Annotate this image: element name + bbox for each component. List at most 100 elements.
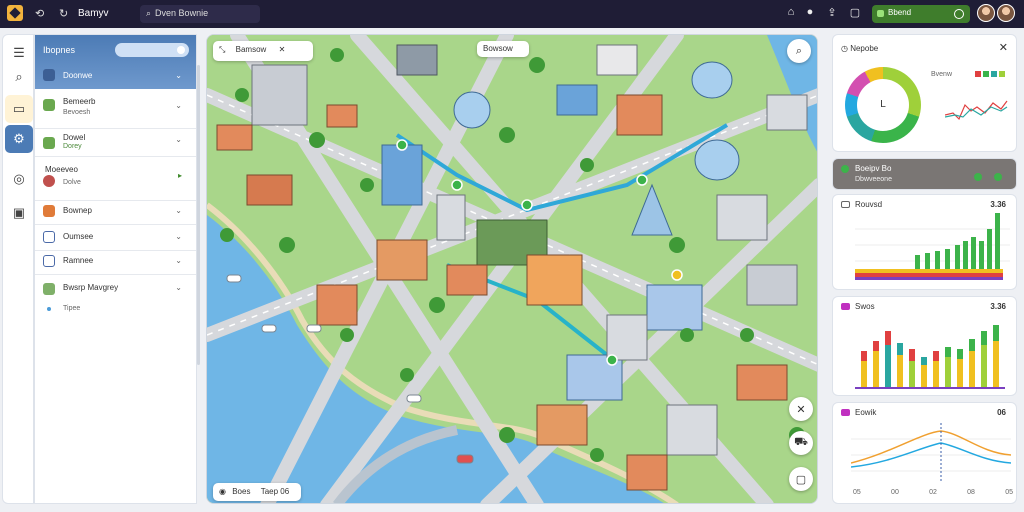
map-canvas (207, 35, 817, 503)
layers-tool-icon[interactable]: ✕ (789, 397, 813, 421)
chart-icon (841, 303, 850, 310)
settings-icon[interactable]: ⚙ (5, 125, 33, 153)
list-item-label: Oumsee (63, 232, 94, 241)
refresh-icon[interactable]: ↻ (59, 7, 68, 20)
list-icon (43, 255, 55, 267)
card-title: Eowik (855, 408, 877, 417)
app-title: Bamyv (78, 8, 109, 19)
map-label-chip[interactable]: Bowsow (477, 41, 529, 57)
building-icon (43, 205, 55, 217)
share-icon[interactable]: ⇪ (825, 6, 839, 20)
chevron-down-icon: ⌄ (175, 135, 182, 144)
info-card[interactable]: Boeipv Bo Dbwveeone (832, 158, 1017, 190)
map-search-icon[interactable]: ⌕ (787, 39, 811, 63)
donut-chart: L (845, 67, 921, 143)
chevron-down-icon: ⌄ (175, 101, 182, 110)
x-tick: 05 (853, 489, 861, 496)
list-item[interactable]: Doonwe ⌄ (35, 63, 196, 89)
map-scale-chip[interactable]: ◉ Boes Taep 06 (213, 483, 301, 501)
status-dot-icon (974, 173, 982, 181)
list-item[interactable]: Bemeerb Bevoesh ⌄ (35, 91, 196, 129)
list-item-label: Bemeerb (63, 97, 96, 106)
map-icon (43, 283, 55, 295)
card-value: 06 (997, 408, 1006, 417)
pin-icon (43, 175, 55, 187)
list-item[interactable]: Dowel Dorey ⌄ (35, 129, 196, 157)
close-icon: ✕ (278, 45, 286, 54)
status-selector[interactable]: Bbend (872, 5, 970, 23)
dot-icon (47, 307, 51, 311)
close-icon[interactable]: ✕ (999, 41, 1008, 54)
list-item[interactable]: Ramnee ⌄ (35, 249, 196, 275)
list-item[interactable]: Bwsrp Mavgrey Tipee ⌄ (35, 279, 196, 313)
back-icon[interactable]: ⟲ (35, 7, 44, 20)
status-label: Bbend (888, 8, 912, 17)
location-icon[interactable]: ◎ (5, 165, 33, 193)
x-tick: 08 (967, 489, 975, 496)
x-axis-ticks: 05 00 02 08 05 (853, 489, 1013, 496)
status-dot-icon (994, 173, 1002, 181)
scrollbar[interactable] (197, 65, 200, 365)
left-panel: Ibopnes Doonwe ⌄ Bemeerb Bevoesh ⌄ Dowel… (34, 34, 200, 504)
card-title: Swos (855, 302, 875, 311)
info-sub: Dbwveeone (855, 176, 892, 183)
home-icon[interactable]: ⌂ (784, 6, 798, 20)
scale-label: Boes (232, 487, 251, 496)
camera-icon[interactable]: ▢ (789, 467, 813, 491)
map-chip-label: Bamsow (235, 45, 267, 54)
bar-chart (855, 213, 1010, 280)
left-rail: ☰ ⌕ ▭ ⚙ ◎ ▣ (2, 34, 34, 504)
avatar-secondary[interactable] (997, 4, 1015, 22)
app-logo-icon[interactable] (7, 5, 23, 21)
bar-chart-card-1: Rouvsd 3.36 (832, 194, 1017, 290)
chart-icon (841, 409, 850, 416)
list-item[interactable]: Bownep ⌄ (35, 199, 196, 225)
card-title: Rouvsd (855, 200, 883, 209)
chevron-down-icon: ⌄ (175, 206, 182, 215)
list-item-sub: Tipee (63, 305, 81, 312)
list-item-sub: Dolve (63, 179, 81, 186)
search-icon: ⌕ (146, 8, 152, 18)
chevron-right-icon: ▸ (177, 171, 182, 180)
chevron-down-icon: ⌄ (175, 256, 182, 265)
donut-card: ◷ Nepobe ✕ L Bvenw (832, 34, 1017, 152)
list-item-label: Bwsrp Mavgrey (63, 283, 119, 292)
list-item-label: Doonwe (63, 71, 93, 80)
avatar[interactable] (977, 4, 995, 22)
map-layer-chip[interactable]: ⤡ Bamsow ✕ (213, 41, 313, 61)
info-title: Boeipv Bo (855, 164, 892, 173)
top-bar: ⟲ ↻ Bamyv ⌕ Dven Bownie ⌂ ● ⇪ ▢ Bbend (0, 0, 1024, 28)
panel-title: Ibopnes (43, 45, 76, 55)
line-chart-card: Eowik 06 05 00 02 08 05 (832, 402, 1017, 504)
stacked-bar-chart (855, 325, 1005, 389)
briefcase-icon[interactable]: ▣ (5, 199, 33, 227)
map-view[interactable]: ⤡ Bamsow ✕ Bowsow ⌕ ✕ ⛟ ▢ ◉ Boes Taep 06 (206, 34, 818, 504)
donut-center-label: L (857, 79, 909, 131)
map-label-text: Bowsow (483, 44, 513, 53)
scale-icon: ◉ (219, 487, 226, 496)
x-tick: 02 (929, 489, 937, 496)
list-item-label: Ramnee (63, 256, 94, 265)
folder-icon[interactable]: ▭ (5, 95, 33, 123)
chart-icon (841, 201, 850, 208)
list-item[interactable]: Moeeveo Dolve ▸ (35, 161, 196, 201)
chevron-down-icon: ⌄ (175, 71, 182, 80)
plant-icon (43, 137, 55, 149)
car-icon[interactable]: ⛟ (789, 431, 813, 455)
card-title: Nepobe (850, 44, 879, 53)
search-rail-icon[interactable]: ⌕ (5, 63, 33, 91)
list-item-label: Dowel (63, 133, 86, 142)
status-dot-icon (841, 165, 849, 173)
sparkline-chart (945, 100, 1008, 121)
line-chart (851, 423, 1011, 483)
list-item-sub: Bevoesh (63, 109, 91, 116)
list-item[interactable]: Oumsee ⌄ (35, 225, 196, 251)
window-icon[interactable]: ▢ (848, 6, 862, 20)
search-input[interactable]: ⌕ Dven Bownie (140, 5, 260, 23)
dashboard-icon (43, 69, 55, 81)
panel-toggle[interactable] (115, 43, 189, 57)
notification-icon[interactable]: ● (803, 6, 817, 20)
card-value: 3.36 (990, 302, 1006, 311)
stacked-bars (861, 325, 999, 389)
list-item-sub: Dorey (63, 143, 82, 150)
